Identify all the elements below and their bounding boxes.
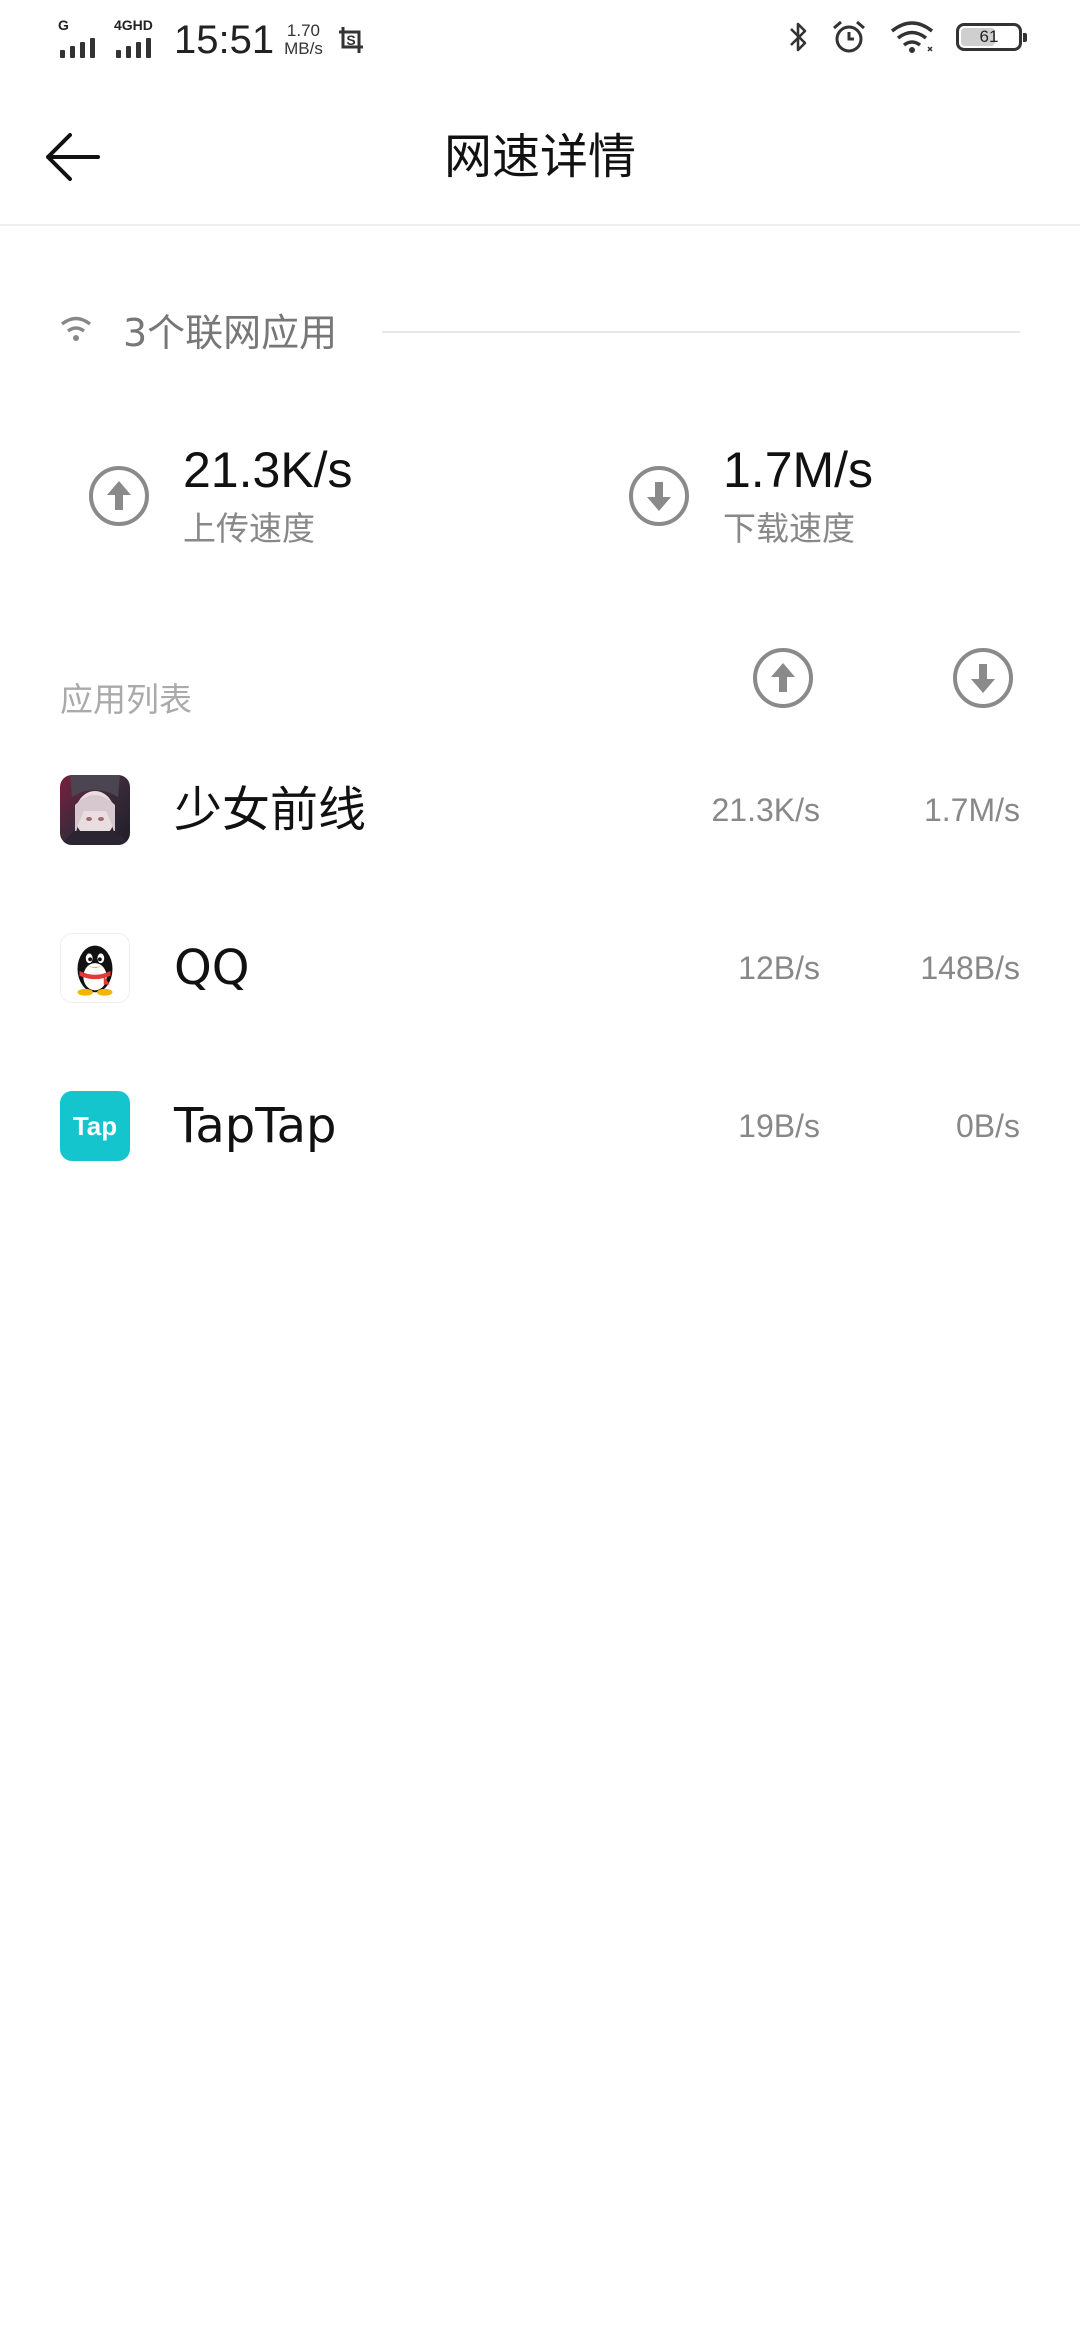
- app-upload-speed: 19B/s: [738, 1108, 820, 1144]
- download-arrow-icon: [953, 648, 1013, 708]
- svg-text:S: S: [346, 32, 355, 48]
- network-type-sim2: 4GHD: [114, 17, 153, 33]
- download-speed-value: 1.7M/s: [723, 442, 874, 498]
- upload-speed-summary: 21.3K/s 上传速度: [88, 440, 508, 560]
- girls-frontline-icon: [60, 775, 130, 845]
- signal-icon-sim2: 4GHD: [114, 16, 162, 64]
- app-row-taptap[interactable]: Tap TapTap 19B/s 0B/s: [0, 1047, 1080, 1205]
- status-bar: G 4GHD 15:51 1.70 MB/s S 61: [0, 0, 1080, 84]
- alarm-icon: [833, 20, 865, 53]
- wifi-icon: [890, 21, 934, 53]
- download-arrow-icon: [629, 466, 689, 526]
- upload-speed-label: 上传速度: [183, 509, 315, 548]
- network-type-sim1: G: [58, 17, 69, 33]
- app-list-title: 应用列表: [60, 680, 192, 719]
- app-download-speed: 148B/s: [920, 950, 1020, 986]
- upload-arrow-icon: [89, 466, 149, 526]
- app-download-speed: 1.7M/s: [923, 792, 1020, 828]
- app-name: TapTap: [174, 1098, 337, 1154]
- qq-penguin-icon: [60, 933, 130, 1003]
- status-bar-left: G 4GHD 15:51 1.70 MB/s S: [58, 16, 367, 64]
- screenshot-icon: S: [338, 27, 363, 53]
- upload-arrow-icon: [753, 648, 813, 708]
- bluetooth-icon: [790, 22, 807, 52]
- title-bar: 网速详情: [0, 84, 1080, 226]
- connected-apps-header: 3个联网应用: [60, 300, 1020, 370]
- status-time: 15:51: [174, 17, 275, 62]
- app-upload-speed: 12B/s: [738, 950, 820, 986]
- upload-speed-value: 21.3K/s: [183, 442, 353, 498]
- app-row-qq[interactable]: QQ 12B/s 148B/s: [0, 889, 1080, 1047]
- app-name: 少女前线: [174, 782, 367, 838]
- status-bar-right: 61: [768, 18, 1027, 56]
- divider: [382, 331, 1020, 333]
- app-name: QQ: [174, 940, 250, 996]
- signal-icon-sim1: G: [58, 16, 106, 64]
- taptap-logo-text: Tap: [73, 1111, 117, 1141]
- battery-icon: 61: [956, 23, 1027, 51]
- status-speed-value: 1.70: [286, 21, 321, 40]
- app-download-speed: 0B/s: [955, 1108, 1020, 1144]
- app-upload-speed: 21.3K/s: [711, 792, 820, 828]
- taptap-icon: Tap: [60, 1091, 130, 1161]
- connected-app-count: 3个联网应用: [123, 311, 338, 355]
- wifi-icon: [60, 316, 92, 341]
- app-row-girls-frontline[interactable]: 少女前线 21.3K/s 1.7M/s: [0, 731, 1080, 889]
- battery-level: 61: [979, 27, 999, 46]
- page-title: 网速详情: [443, 129, 636, 185]
- status-speed-unit: MB/s: [284, 39, 323, 58]
- download-speed-label: 下载速度: [723, 509, 855, 548]
- status-network-speed: 1.70 MB/s: [284, 22, 323, 58]
- download-speed-summary: 1.7M/s 下载速度: [628, 440, 1048, 560]
